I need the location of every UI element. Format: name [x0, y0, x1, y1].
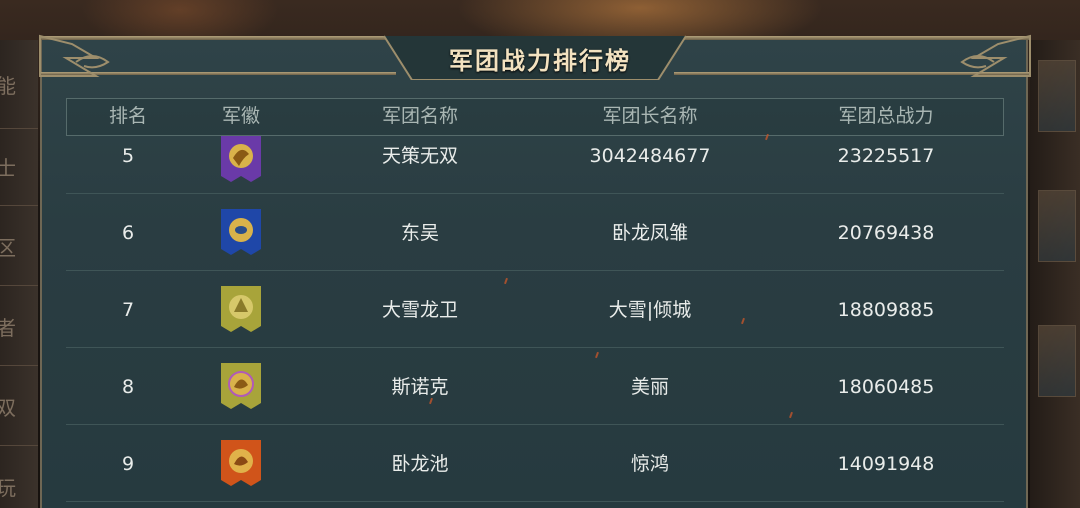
side-menu-char[interactable]: 能	[0, 70, 16, 99]
eagle-emblem-icon[interactable]	[221, 136, 261, 184]
table-row[interactable]: 6 东吴 卧龙凤雏 20769438	[66, 195, 1004, 271]
rank-cell: 7	[121, 299, 135, 321]
team-name-cell: 卧龙池	[391, 453, 449, 475]
total-power-cell: 23225517	[837, 145, 935, 167]
side-card[interactable]	[1038, 190, 1076, 262]
left-side-menu: 能 士 区 者 双 玩	[0, 40, 38, 508]
table-row[interactable]: 8 斯诺克 美丽 18060485	[66, 349, 1004, 425]
row-divider	[66, 501, 1004, 502]
table-row[interactable]: 5 天策无双 3042484677 23225517	[66, 118, 1004, 194]
total-power-cell: 18060485	[837, 376, 935, 398]
total-power-cell: 20769438	[837, 222, 935, 244]
table-row[interactable]: 9 卧龙池 惊鸿 14091948	[66, 426, 1004, 502]
right-side-cards	[1030, 40, 1080, 508]
leader-name-cell: 美丽	[630, 376, 669, 398]
total-power-cell: 14091948	[837, 453, 935, 475]
rider-emblem-icon[interactable]	[221, 286, 261, 334]
team-name-cell: 天策无双	[381, 145, 458, 167]
leader-name-cell: 大雪|倾城	[608, 299, 692, 321]
side-card[interactable]	[1038, 60, 1076, 132]
rank-cell: 5	[121, 145, 135, 167]
tiger-emblem-icon[interactable]	[221, 440, 261, 488]
row-divider	[66, 347, 1004, 348]
side-menu-char[interactable]: 者	[0, 312, 16, 341]
page-title: 军团战力排行榜	[449, 46, 631, 75]
rank-cell: 6	[121, 222, 135, 244]
title-plate: 军团战力排行榜	[392, 32, 688, 84]
tiger-emblem-icon[interactable]	[221, 363, 261, 411]
leader-name-cell: 3042484677	[589, 145, 711, 167]
team-name-cell: 大雪龙卫	[381, 299, 458, 321]
side-card[interactable]	[1038, 325, 1076, 397]
dragon-emblem-icon[interactable]	[221, 209, 261, 257]
side-menu-char[interactable]: 区	[0, 232, 16, 261]
row-divider	[66, 193, 1004, 194]
leader-name-cell: 惊鸿	[630, 453, 669, 475]
team-name-cell: 斯诺克	[391, 376, 449, 398]
table-row[interactable]: 7 大雪龙卫 大雪|倾城 18809885	[66, 272, 1004, 348]
team-name-cell: 东吴	[400, 222, 439, 244]
row-divider	[66, 424, 1004, 425]
total-power-cell: 18809885	[837, 299, 935, 321]
side-menu-char[interactable]: 玩	[0, 472, 16, 501]
rank-cell: 8	[121, 376, 135, 398]
leader-name-cell: 卧龙凤雏	[611, 222, 688, 244]
side-menu-char[interactable]: 士	[0, 152, 16, 181]
rank-cell: 9	[121, 453, 135, 475]
side-menu-char[interactable]: 双	[0, 392, 16, 421]
row-divider	[66, 270, 1004, 271]
